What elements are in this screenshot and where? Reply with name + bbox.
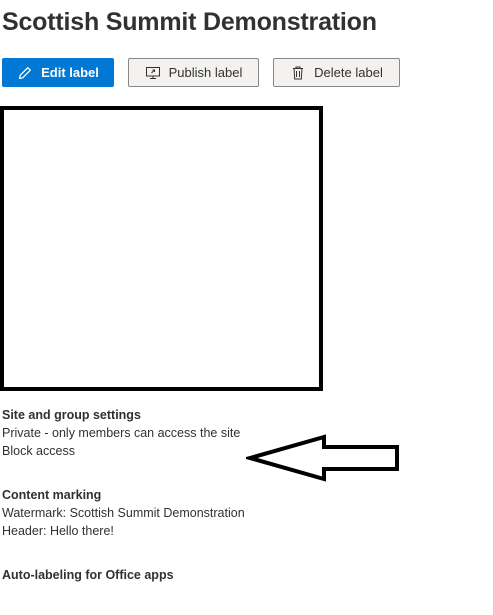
- publish-label-button[interactable]: Publish label: [128, 58, 259, 87]
- publish-label-text: Publish label: [168, 65, 243, 80]
- trash-icon: [290, 65, 306, 81]
- section-heading: Auto-labeling for Office apps: [2, 568, 174, 582]
- section-heading: Content marking: [2, 488, 102, 502]
- edit-label-button[interactable]: Edit label: [2, 58, 114, 87]
- delete-label-text: Delete label: [314, 65, 383, 80]
- label-details-page: Scottish Summit Demonstration Edit label…: [0, 0, 493, 615]
- auto-labeling-section: Auto-labeling for Office apps: [2, 566, 174, 584]
- left-arrow-annotation: [246, 434, 399, 482]
- section-detail: Header: Hello there!: [2, 524, 114, 538]
- pencil-icon: [17, 65, 33, 81]
- delete-label-button[interactable]: Delete label: [273, 58, 400, 87]
- section-heading: Site and group settings: [2, 408, 141, 422]
- section-detail: Block access: [2, 444, 75, 458]
- section-detail: Watermark: Scottish Summit Demonstration: [2, 506, 245, 520]
- section-detail: Private - only members can access the si…: [2, 426, 241, 440]
- edit-label-text: Edit label: [41, 65, 99, 80]
- publish-monitor-icon: [145, 65, 161, 81]
- site-group-settings-section: Site and group settings Private - only m…: [2, 406, 240, 460]
- content-marking-section: Content marking Watermark: Scottish Summ…: [2, 486, 245, 540]
- redacted-region-box: [0, 106, 323, 391]
- page-title: Scottish Summit Demonstration: [2, 8, 377, 36]
